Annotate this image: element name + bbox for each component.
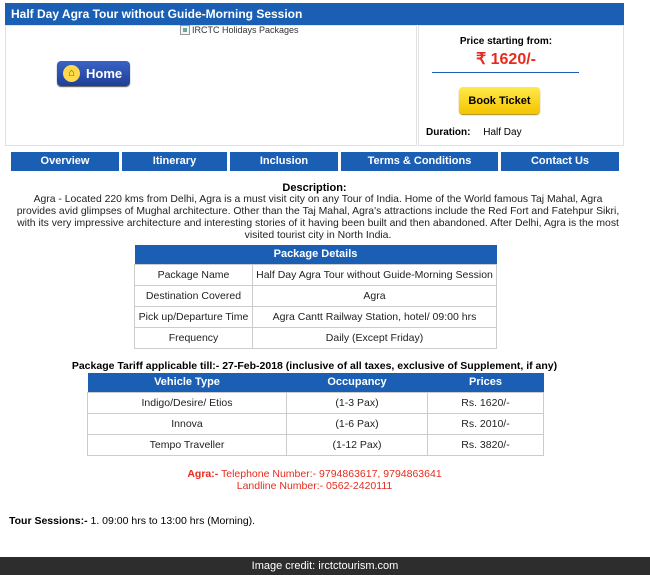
vehicle-cell: Indigo/Desire/ Etios [87,391,287,414]
price-label: Price starting from: [459,36,553,47]
home-icon: ⌂ [63,65,80,82]
package-value: Daily (Except Friday) [252,326,497,349]
page-title: Half Day Agra Tour without Guide-Morning… [11,7,303,21]
logo-alt-text: IRCTC Holidays Packages [192,25,299,35]
duration-value: Half Day [483,127,522,138]
tariff-table: Vehicle Type Occupancy Prices Indigo/Des… [87,373,544,456]
price-cell: Rs. 2010/- [427,412,544,435]
broken-image-icon [180,25,190,35]
book-ticket-button[interactable]: Book Ticket [459,87,540,114]
contact-landline: Landline Number:- 0562-2420111 [236,480,393,492]
image-credit-bar: Image credit: irctctourism.com [0,557,650,575]
tour-sessions: Tour Sessions:- 1. 09:00 hrs to 13:00 hr… [9,515,255,527]
logo-image: IRCTC Holidays Packages [180,25,299,35]
book-ticket-label: Book Ticket [468,94,531,107]
occupancy-cell: (1-6 Pax) [286,412,428,435]
package-key: Package Name [134,263,253,286]
header-occupancy: Occupancy [286,373,428,392]
package-details-heading: Package Details [134,245,497,264]
price-divider [432,72,579,73]
table-row: Pick up/Departure Time Agra Cantt Railwa… [134,305,497,328]
tab-overview[interactable]: Overview [11,152,119,171]
table-row: Innova (1-6 Pax) Rs. 2010/- [87,412,544,435]
duration-label: Duration: [426,127,471,138]
package-key: Pick up/Departure Time [134,305,253,328]
package-value: Agra [252,284,497,307]
table-row: Indigo/Desire/ Etios (1-3 Pax) Rs. 1620/… [87,391,544,414]
vehicle-cell: Innova [87,412,287,435]
description-title: Description: [282,182,347,194]
tab-itinerary[interactable]: Itinerary [122,152,227,171]
tour-sessions-label: Tour Sessions:- [9,515,88,527]
package-value: Half Day Agra Tour without Guide-Morning… [252,263,497,286]
home-button-label: Home [86,66,123,81]
duration: Duration: Half Day [426,127,522,138]
price-cell: Rs. 3820/- [427,433,544,456]
contact-telephone: Telephone Number:- 9794863617, 979486364… [220,468,442,480]
tour-sessions-value: 1. 09:00 hrs to 13:00 hrs (Morning). [90,515,256,527]
table-row: Destination Covered Agra [134,284,497,307]
contact-city: Agra:- [187,468,219,480]
price-cell: Rs. 1620/- [427,391,544,414]
table-row: Frequency Daily (Except Friday) [134,326,497,349]
price-value: ₹ 1620/- [476,51,536,68]
header-vehicle-type: Vehicle Type [87,373,287,392]
home-button[interactable]: ⌂ Home [57,61,130,86]
package-key: Frequency [134,326,253,349]
occupancy-cell: (1-3 Pax) [286,391,428,414]
tab-terms-conditions[interactable]: Terms & Conditions [341,152,498,171]
table-row: Package Name Half Day Agra Tour without … [134,263,497,286]
package-details-table: Package Details Package Name Half Day Ag… [134,245,497,349]
occupancy-cell: (1-12 Pax) [286,433,428,456]
table-row: Tempo Traveller (1-12 Pax) Rs. 3820/- [87,433,544,456]
package-key: Destination Covered [134,284,253,307]
header-prices: Prices [427,373,544,392]
page-title-bar: Half Day Agra Tour without Guide-Morning… [5,3,624,25]
package-value: Agra Cantt Railway Station, hotel/ 09:00… [252,305,497,328]
tab-inclusion[interactable]: Inclusion [230,152,338,171]
contact-info: Agra:- Telephone Number:- 9794863617, 97… [5,468,624,492]
tariff-title: Package Tariff applicable till:- 27-Feb-… [71,360,558,372]
description-text: Agra - Located 220 kms from Delhi, Agra … [16,194,620,241]
tab-contact-us[interactable]: Contact Us [501,152,619,171]
image-credit: Image credit: irctctourism.com [251,560,399,572]
vehicle-cell: Tempo Traveller [87,433,287,456]
